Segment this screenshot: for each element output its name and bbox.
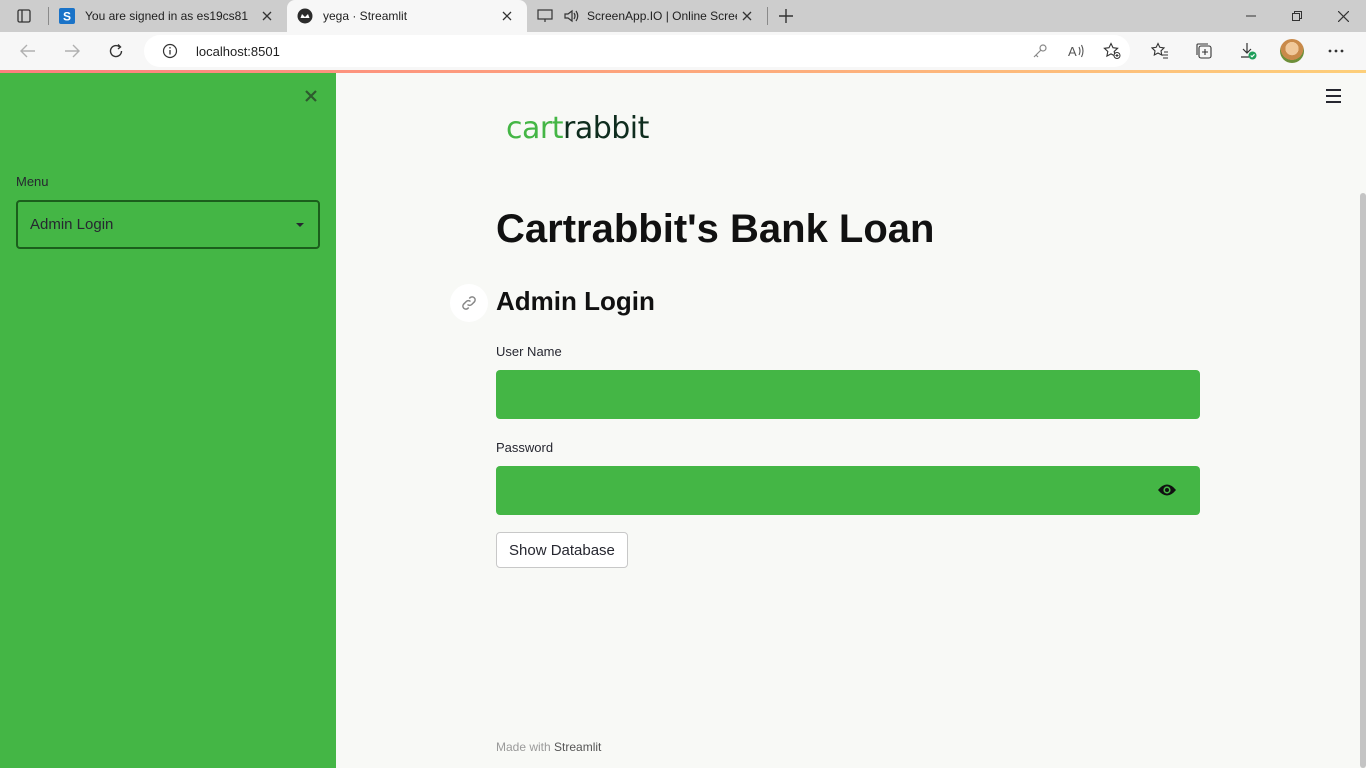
close-icon[interactable]: [737, 6, 757, 26]
restore-icon: [1292, 11, 1302, 21]
menu-select[interactable]: Admin Login: [16, 200, 320, 249]
info-icon[interactable]: [144, 43, 196, 59]
read-aloud-icon[interactable]: A: [1058, 43, 1094, 59]
browser-tab-1[interactable]: S You are signed in as es19cs81: [49, 0, 287, 32]
more-icon: [1328, 49, 1344, 53]
tab-title: ScreenApp.IO | Online Scree: [587, 9, 737, 23]
sidebar: Menu Admin Login: [0, 73, 336, 768]
tab-title: yega · Streamlit: [323, 9, 408, 23]
collections-button[interactable]: [1182, 35, 1226, 67]
s-logo-icon: S: [59, 8, 75, 24]
minimize-button[interactable]: [1228, 0, 1274, 32]
tab-actions-icon: [17, 9, 31, 23]
browser-tools: [1138, 35, 1358, 67]
browser-tab-3[interactable]: ScreenApp.IO | Online Scree: [527, 0, 767, 32]
profile-button[interactable]: [1270, 35, 1314, 67]
downloads-button[interactable]: [1226, 35, 1270, 67]
restore-button[interactable]: [1274, 0, 1320, 32]
browser-tab-strip: S You are signed in as es19cs81 yega · S…: [0, 0, 1366, 32]
address-bar[interactable]: localhost:8501 A: [144, 35, 1130, 67]
browser-tab-2[interactable]: yega · Streamlit: [287, 0, 527, 32]
anchor-link-button[interactable]: [450, 284, 488, 322]
minimize-icon: [1246, 15, 1256, 17]
avatar: [1280, 39, 1304, 63]
link-icon: [462, 296, 476, 310]
svg-text:A: A: [1068, 44, 1077, 59]
tab-actions-button[interactable]: [0, 0, 48, 32]
svg-text:S: S: [63, 10, 71, 24]
sidebar-close-button[interactable]: [300, 85, 322, 107]
close-window-button[interactable]: [1320, 0, 1366, 32]
window-controls: [1228, 0, 1366, 32]
password-input[interactable]: [496, 466, 1200, 515]
streamlit-icon: [297, 8, 313, 24]
add-favorite-icon[interactable]: [1094, 42, 1130, 60]
chevron-down-icon: [296, 222, 304, 227]
eye-icon[interactable]: [1156, 482, 1178, 498]
password-label: Password: [496, 440, 554, 455]
forward-button[interactable]: [50, 35, 94, 67]
plus-icon: [779, 9, 793, 23]
tab-title: You are signed in as es19cs81: [85, 9, 249, 23]
screen-icon: [537, 8, 553, 24]
favorites-icon: [1151, 42, 1168, 59]
hamburger-icon: [1325, 89, 1341, 91]
refresh-icon: [109, 44, 123, 58]
main-menu-button[interactable]: [1322, 85, 1344, 107]
logo: cartrabbit: [506, 111, 649, 146]
scrollbar[interactable]: [1360, 193, 1366, 768]
collections-icon: [1196, 43, 1212, 59]
favorites-button[interactable]: [1138, 35, 1182, 67]
show-database-button[interactable]: Show Database: [496, 532, 628, 568]
username-input[interactable]: [496, 370, 1200, 419]
back-button[interactable]: [6, 35, 50, 67]
speaker-icon[interactable]: [563, 8, 579, 24]
footer: Made with Streamlit: [496, 740, 602, 754]
arrow-right-icon: [65, 44, 80, 58]
menu-selected-value: Admin Login: [30, 216, 114, 233]
close-icon: [305, 90, 317, 102]
arrow-left-icon: [20, 44, 35, 58]
menu-label: Menu: [16, 174, 49, 189]
key-icon[interactable]: [1022, 43, 1058, 59]
close-icon: [1337, 10, 1349, 22]
more-button[interactable]: [1314, 35, 1358, 67]
section-heading: Admin Login: [496, 286, 655, 316]
close-icon[interactable]: [257, 6, 277, 26]
username-label: User Name: [496, 344, 562, 359]
streamlit-link[interactable]: Streamlit: [554, 740, 601, 754]
download-icon: [1241, 43, 1257, 60]
refresh-button[interactable]: [94, 35, 138, 67]
page-title: Cartrabbit's Bank Loan: [496, 207, 935, 251]
browser-toolbar: localhost:8501 A: [0, 32, 1366, 70]
url-text[interactable]: localhost:8501: [196, 44, 1022, 59]
main-content: cartrabbit Cartrabbit's Bank Loan Admin …: [336, 73, 1366, 768]
new-tab-button[interactable]: [768, 0, 804, 32]
close-icon[interactable]: [497, 6, 517, 26]
